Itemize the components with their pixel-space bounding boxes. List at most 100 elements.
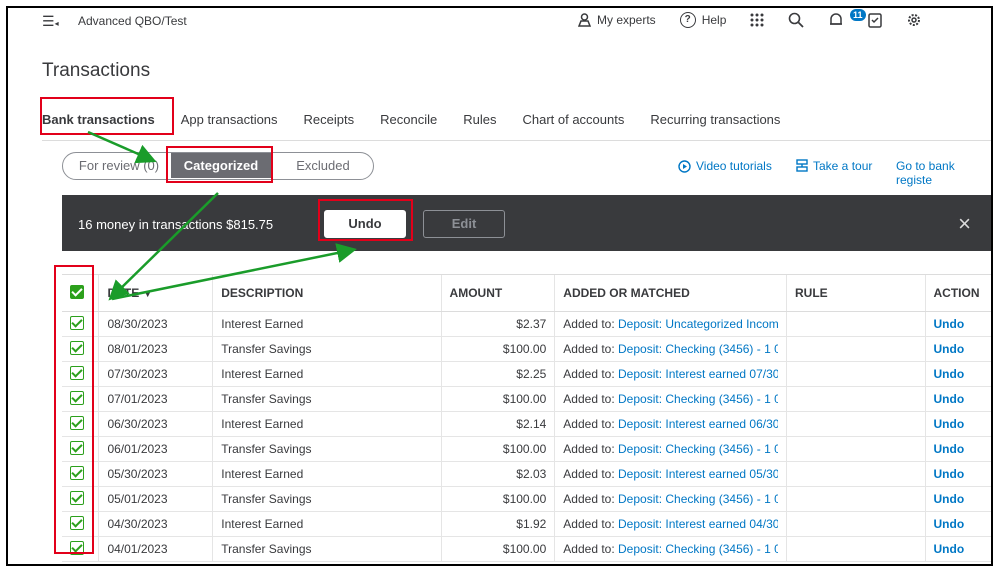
description-cell: Transfer Savings <box>212 536 442 562</box>
matched-transaction-link[interactable]: Deposit: Interest earned 06/30 <box>618 417 778 431</box>
table-row[interactable]: 05/30/2023 Interest Earned $2.03 Added to: … <box>62 461 991 487</box>
rule-cell <box>786 361 926 387</box>
matched-transaction-link[interactable]: Deposit: Interest earned 07/30 <box>618 367 778 381</box>
row-checkbox[interactable] <box>70 465 84 480</box>
banner-message: 16 money in transactions $815.75 <box>78 217 274 232</box>
row-undo-link[interactable]: Undo <box>934 342 965 356</box>
select-all-checkbox[interactable] <box>70 284 84 299</box>
video-tutorials-link[interactable]: Video tutorials <box>678 159 772 173</box>
action-cell: Undo <box>924 386 991 412</box>
table-row[interactable]: 06/30/2023 Interest Earned $2.14 Added to: … <box>62 411 991 437</box>
date-column-header[interactable]: DATE ▼ <box>98 274 213 312</box>
row-undo-link[interactable]: Undo <box>934 517 965 531</box>
matched-transaction-link[interactable]: Deposit: Uncategorized Incom <box>618 317 778 331</box>
row-undo-link[interactable]: Undo <box>934 367 965 381</box>
table-row[interactable]: 08/30/2023 Interest Earned $2.37 Added to: … <box>62 311 991 337</box>
date-cell: 05/01/2023 <box>98 486 213 512</box>
row-undo-link[interactable]: Undo <box>934 442 965 456</box>
table-row[interactable]: 07/01/2023 Transfer Savings $100.00 Added t… <box>62 386 991 412</box>
table-row[interactable]: 08/01/2023 Transfer Savings $100.00 Added t… <box>62 336 991 362</box>
for-review-option[interactable]: For review (0) <box>73 153 165 178</box>
categorized-option[interactable]: Categorized <box>171 153 271 178</box>
description-cell: Interest Earned <box>212 311 442 337</box>
row-undo-link[interactable]: Undo <box>934 317 965 331</box>
go-to-bank-register-link[interactable]: Go to bank registe <box>896 159 991 187</box>
row-checkbox[interactable] <box>70 365 84 380</box>
rule-cell <box>786 461 926 487</box>
table-row[interactable]: 04/30/2023 Interest Earned $1.92 Added to: … <box>62 511 991 537</box>
row-select-cell <box>62 311 99 337</box>
date-cell: 08/01/2023 <box>98 336 213 362</box>
search-button[interactable] <box>788 12 805 28</box>
help-button[interactable]: ? Help <box>679 12 726 28</box>
matched-transaction-link[interactable]: Deposit: Interest earned 05/30 <box>618 467 778 481</box>
row-undo-link[interactable]: Undo <box>934 542 965 556</box>
row-select-cell <box>62 436 99 462</box>
hamburger-icon[interactable]: ☰◂ <box>42 13 59 30</box>
action-cell: Undo <box>924 336 991 362</box>
description-column-header[interactable]: DESCRIPTION <box>212 274 442 312</box>
row-select-cell <box>62 386 99 412</box>
notifications-button[interactable] <box>828 12 844 28</box>
bell-icon <box>830 13 843 25</box>
take-a-tour-link[interactable]: Take a tour <box>796 159 872 173</box>
tasks-button[interactable] <box>868 12 883 28</box>
apps-button[interactable] <box>750 13 764 27</box>
row-checkbox[interactable] <box>70 315 84 330</box>
matched-transaction-link[interactable]: Deposit: Checking (3456) - 1 0 <box>618 392 778 406</box>
table-row[interactable]: 06/01/2023 Transfer Savings $100.00 Added t… <box>62 436 991 462</box>
action-cell: Undo <box>924 411 991 437</box>
description-cell: Interest Earned <box>212 361 442 387</box>
tab-recurring-transactions[interactable]: Recurring transactions <box>650 108 780 138</box>
date-header-label: DATE <box>107 286 140 300</box>
tab-receipts[interactable]: Receipts <box>304 108 355 138</box>
matched-transaction-link[interactable]: Deposit: Checking (3456) - 1 0 <box>618 342 778 356</box>
matched-transaction-link[interactable]: Deposit: Checking (3456) - 1 0 <box>618 442 778 456</box>
action-cell: Undo <box>924 361 991 387</box>
table-row[interactable]: 07/30/2023 Interest Earned $2.25 Added to: … <box>62 361 991 387</box>
tab-app-transactions[interactable]: App transactions <box>181 108 278 138</box>
tour-icon <box>796 159 808 172</box>
description-cell: Transfer Savings <box>212 436 442 462</box>
row-checkbox[interactable] <box>70 440 84 455</box>
settings-button[interactable] <box>906 12 922 28</box>
added-to-label: Added to: <box>563 317 615 331</box>
row-checkbox[interactable] <box>70 490 84 505</box>
close-icon[interactable]: × <box>958 211 971 237</box>
row-checkbox[interactable] <box>70 540 84 555</box>
added-or-matched-cell: Added to: Deposit: Checking (3456) - 1 0 <box>554 486 787 512</box>
tab-reconcile[interactable]: Reconcile <box>380 108 437 138</box>
tab-chart-of-accounts[interactable]: Chart of accounts <box>522 108 624 138</box>
date-cell: 07/30/2023 <box>98 361 213 387</box>
amount-cell: $100.00 <box>440 436 555 462</box>
matched-transaction-link[interactable]: Deposit: Interest earned 04/30 <box>618 517 778 531</box>
row-checkbox[interactable] <box>70 415 84 430</box>
table-row[interactable]: 04/01/2023 Transfer Savings $100.00 Added t… <box>62 536 991 562</box>
tabs-divider <box>42 140 991 141</box>
row-undo-link[interactable]: Undo <box>934 467 965 481</box>
matched-transaction-link[interactable]: Deposit: Checking (3456) - 1 0 <box>618 542 778 556</box>
rule-cell <box>786 436 926 462</box>
row-select-cell <box>62 361 99 387</box>
added-to-label: Added to: <box>563 542 615 556</box>
tab-bank-transactions[interactable]: Bank transactions <box>42 108 155 138</box>
row-checkbox[interactable] <box>70 340 84 355</box>
edit-button[interactable]: Edit <box>423 210 505 238</box>
rule-column-header: RULE <box>786 274 926 312</box>
row-checkbox[interactable] <box>70 390 84 405</box>
excluded-option[interactable]: Excluded <box>277 153 369 178</box>
row-undo-link[interactable]: Undo <box>934 417 965 431</box>
undo-button[interactable]: Undo <box>324 210 406 238</box>
added-or-matched-cell: Added to: Deposit: Interest earned 06/30 <box>554 411 787 437</box>
tab-rules[interactable]: Rules <box>463 108 496 138</box>
horizontal-scrollbar[interactable] <box>66 565 993 566</box>
my-experts-button[interactable]: My experts <box>578 13 656 27</box>
row-undo-link[interactable]: Undo <box>934 392 965 406</box>
row-undo-link[interactable]: Undo <box>934 492 965 506</box>
row-select-cell <box>62 411 99 437</box>
amount-column-header[interactable]: AMOUNT <box>440 274 555 312</box>
table-row[interactable]: 05/01/2023 Transfer Savings $100.00 Added t… <box>62 486 991 512</box>
added-or-matched-cell: Added to: Deposit: Interest earned 05/30 <box>554 461 787 487</box>
matched-transaction-link[interactable]: Deposit: Checking (3456) - 1 0 <box>618 492 778 506</box>
row-checkbox[interactable] <box>70 515 84 530</box>
